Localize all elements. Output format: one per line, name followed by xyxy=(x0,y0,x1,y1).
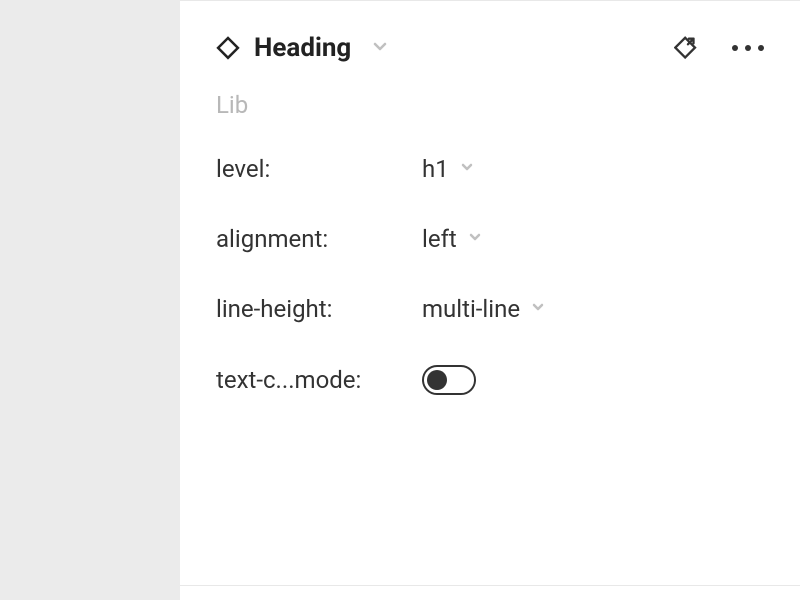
divider xyxy=(180,585,800,586)
prop-line-height-select[interactable]: multi-line xyxy=(422,295,546,323)
chevron-down-icon xyxy=(459,159,475,179)
prop-value: multi-line xyxy=(422,295,520,323)
chevron-down-icon[interactable] xyxy=(371,37,389,59)
prop-label: line-height: xyxy=(216,295,422,323)
prop-label: alignment: xyxy=(216,225,422,253)
header-right xyxy=(674,35,764,61)
prop-text-mode-toggle[interactable] xyxy=(422,365,476,395)
properties-list: level: h1 alignment: left xyxy=(180,155,800,395)
edit-icon[interactable] xyxy=(674,35,700,61)
header: Heading xyxy=(180,33,800,63)
prop-line-height: line-height: multi-line xyxy=(216,295,764,323)
prop-text-mode: text-c...mode: xyxy=(216,365,764,395)
prop-label: text-c...mode: xyxy=(216,366,422,394)
header-left: Heading xyxy=(216,33,674,63)
component-title: Heading xyxy=(254,33,351,63)
prop-label: level: xyxy=(216,155,422,183)
component-icon xyxy=(216,36,240,60)
prop-level: level: h1 xyxy=(216,155,764,183)
chevron-down-icon xyxy=(530,299,546,319)
sidebar xyxy=(0,0,180,600)
prop-value: left xyxy=(422,225,457,253)
prop-value: h1 xyxy=(422,155,449,183)
main-panel: Heading Lib lev xyxy=(180,0,800,600)
prop-level-select[interactable]: h1 xyxy=(422,155,475,183)
prop-alignment-select[interactable]: left xyxy=(422,225,483,253)
toggle-switch[interactable] xyxy=(422,365,476,395)
more-icon[interactable] xyxy=(732,45,764,51)
chevron-down-icon xyxy=(467,229,483,249)
prop-alignment: alignment: left xyxy=(216,225,764,253)
toggle-knob xyxy=(427,370,447,390)
section-label: Lib xyxy=(180,91,800,119)
